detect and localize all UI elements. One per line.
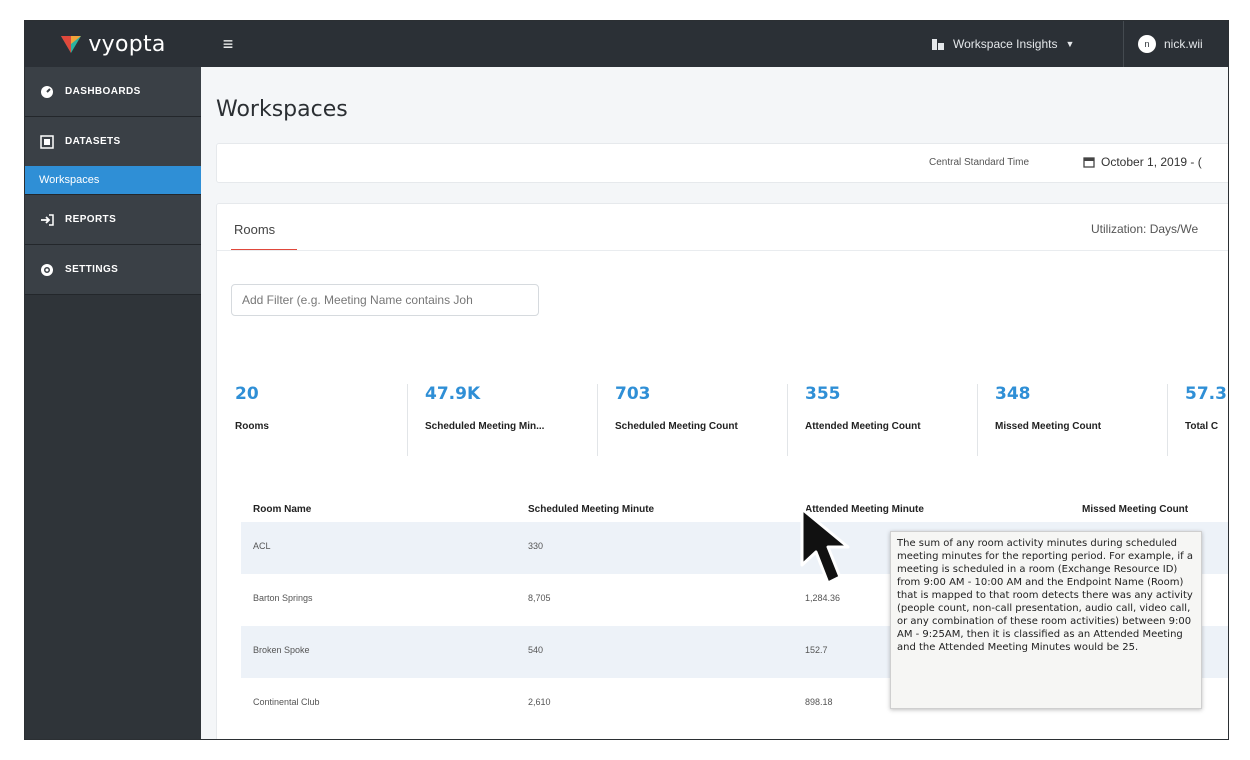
metric-missed-count[interactable]: 348 Missed Meeting Count [977, 384, 1167, 476]
table-cell: 8,705 [528, 593, 551, 603]
chevron-down-icon: ▼ [1065, 39, 1075, 49]
sidebar-item-settings[interactable]: SETTINGS [25, 245, 201, 295]
table-cell: 330 [528, 541, 544, 551]
table-cell: Barton Springs [253, 593, 313, 603]
top-bar: vyopta ≡ Workspace Insights ▼ n nick.wii [25, 21, 1228, 67]
metric-label: Scheduled Meeting Count [615, 421, 738, 432]
metric-scheduled-count[interactable]: 703 Scheduled Meeting Count [597, 384, 787, 476]
sidebar-item-label: DATASETS [65, 136, 121, 147]
metric-divider [977, 384, 978, 456]
date-range-label: October 1, 2019 - ( [1101, 155, 1202, 169]
metric-divider [597, 384, 598, 456]
reports-icon [39, 212, 55, 228]
tab-divider [217, 250, 1228, 251]
time-filter-bar: Central Standard Time October 1, 2019 - … [216, 143, 1228, 183]
sidebar: DASHBOARDS DATASETS Workspaces REPORTS S… [25, 67, 201, 739]
column-header[interactable]: Scheduled Meeting Minute [528, 504, 654, 515]
logo[interactable]: vyopta [25, 21, 201, 67]
metric-total[interactable]: 57.3 Total C [1167, 384, 1228, 476]
metric-scheduled-minutes[interactable]: 47.9K Scheduled Meeting Min... [407, 384, 597, 476]
utilization-selector[interactable]: Utilization: Days/We [1091, 222, 1198, 236]
metric-value: 703 [615, 384, 651, 404]
workspace-insights-label: Workspace Insights [953, 37, 1058, 51]
tab-rooms[interactable]: Rooms [234, 222, 275, 237]
date-range-picker[interactable]: October 1, 2019 - ( [1083, 155, 1202, 169]
metric-value: 355 [805, 384, 841, 404]
page-title: Workspaces [216, 97, 348, 122]
user-name: nick.wii [1164, 37, 1203, 51]
metric-value: 47.9K [425, 384, 481, 404]
attended-minutes-tooltip: The sum of any room activity minutes dur… [890, 531, 1202, 709]
metric-label: Total C [1185, 421, 1219, 432]
metric-label: Attended Meeting Count [805, 421, 921, 432]
mouse-cursor-icon [800, 507, 850, 585]
dashboard-icon [39, 84, 55, 100]
metric-value: 348 [995, 384, 1031, 404]
datasets-icon [39, 134, 55, 150]
metric-value: 20 [235, 384, 259, 404]
column-header[interactable]: Missed Meeting Count [1082, 504, 1188, 515]
table-cell: Continental Club [253, 697, 320, 707]
table-cell: 540 [528, 645, 544, 655]
table-cell: 898.18 [805, 697, 833, 707]
metric-attended-count[interactable]: 355 Attended Meeting Count [787, 384, 977, 476]
sidebar-item-label: DASHBOARDS [65, 86, 141, 97]
table-cell: Broken Spoke [253, 645, 310, 655]
timezone-label[interactable]: Central Standard Time [929, 157, 1029, 168]
vyopta-logo-icon [61, 36, 82, 53]
metric-label: Missed Meeting Count [995, 421, 1102, 432]
metric-divider [407, 384, 408, 456]
table-cell: ACL [253, 541, 271, 551]
sidebar-item-reports[interactable]: REPORTS [25, 194, 201, 245]
filter-input[interactable] [231, 284, 539, 316]
sidebar-item-label: SETTINGS [65, 264, 119, 275]
logo-text: vyopta [88, 31, 166, 57]
metric-divider [1167, 384, 1168, 456]
metric-value: 57.3 [1185, 384, 1227, 404]
calendar-icon [1083, 157, 1095, 168]
sidebar-item-dashboards[interactable]: DASHBOARDS [25, 67, 201, 117]
sidebar-subitem-workspaces[interactable]: Workspaces [25, 166, 201, 194]
avatar: n [1138, 35, 1156, 53]
table-header: Room Name Scheduled Meeting Minute Atten… [241, 498, 1228, 522]
table-cell: 152.7 [805, 645, 828, 655]
metric-divider [787, 384, 788, 456]
metric-label: Rooms [235, 421, 269, 432]
user-menu[interactable]: n nick.wii [1123, 21, 1203, 67]
workspace-insights-menu[interactable]: Workspace Insights ▼ [931, 21, 1074, 67]
hamburger-icon[interactable]: ≡ [215, 31, 241, 57]
metrics-row: 20 Rooms 47.9K Scheduled Meeting Min... … [217, 384, 1228, 476]
sidebar-item-datasets[interactable]: DATASETS [25, 117, 201, 166]
table-cell: 2,610 [528, 697, 551, 707]
column-header[interactable]: Room Name [253, 504, 311, 515]
gear-icon [39, 262, 55, 278]
building-icon [932, 39, 944, 50]
metric-label: Scheduled Meeting Min... [425, 421, 545, 432]
metric-rooms[interactable]: 20 Rooms [217, 384, 407, 476]
sidebar-item-label: REPORTS [65, 214, 117, 225]
